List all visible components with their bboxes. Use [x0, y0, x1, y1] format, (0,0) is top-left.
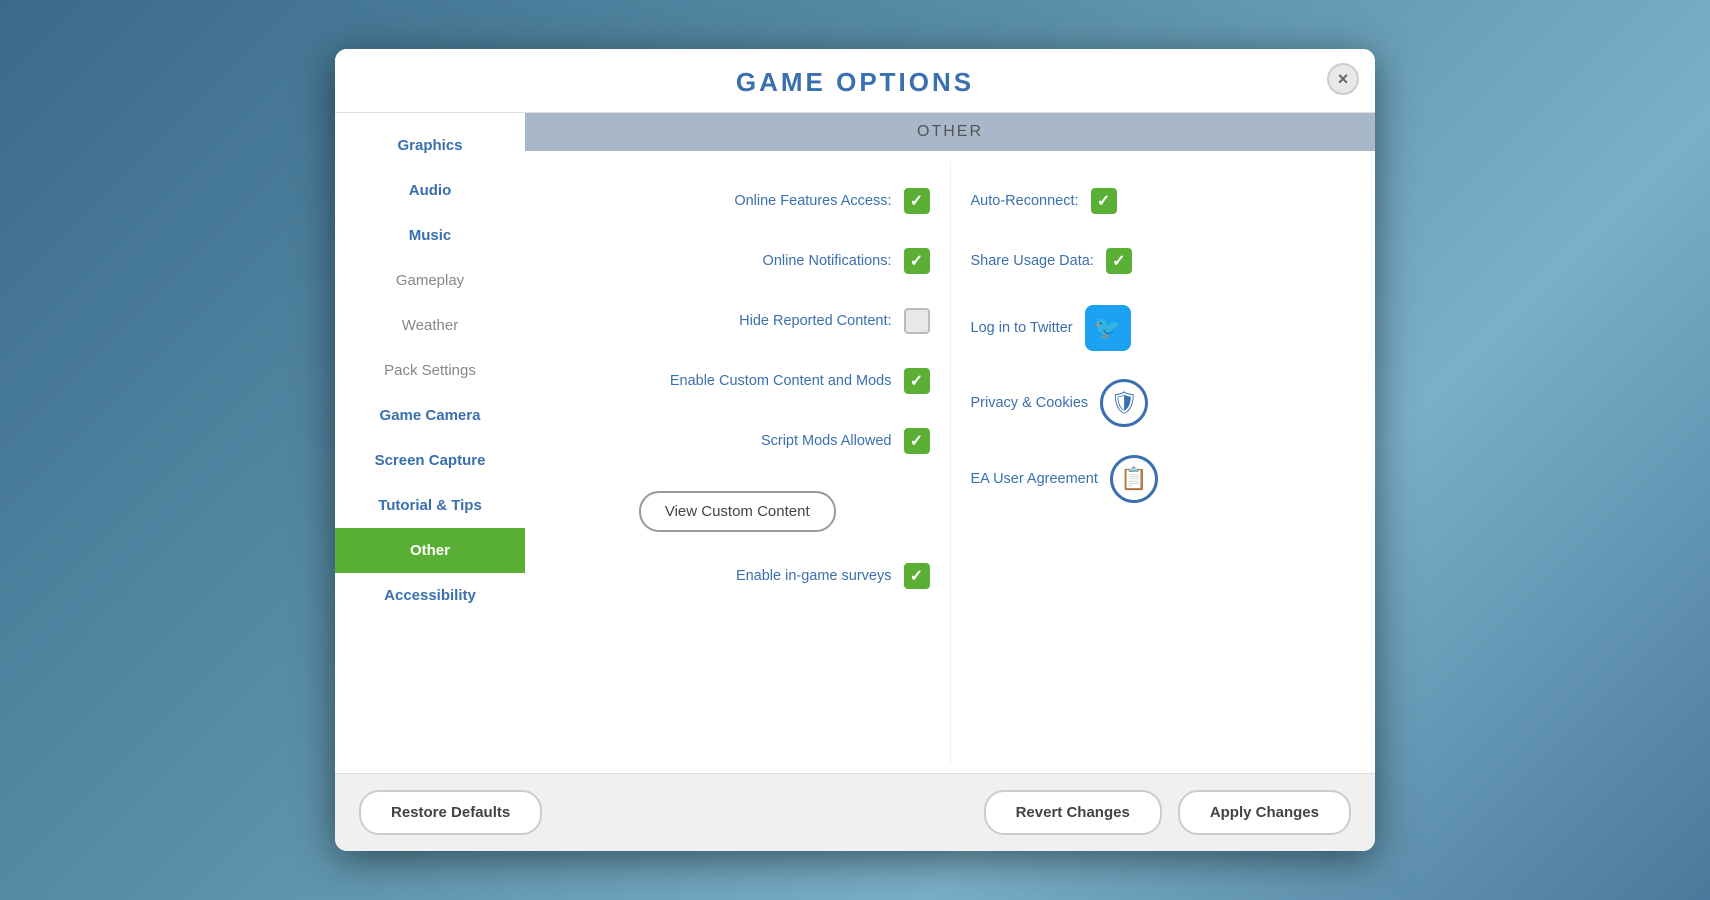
enable-surveys-checkbox[interactable]: [904, 563, 930, 589]
enable-custom-content-label: Enable Custom Content and Mods: [670, 373, 892, 389]
ea-agreement-label: EA User Agreement: [971, 471, 1098, 487]
auto-reconnect-label: Auto-Reconnect:: [971, 193, 1079, 209]
modal-body: Graphics Audio Music Gameplay Weather Pa…: [335, 113, 1375, 773]
script-mods-row: Script Mods Allowed: [525, 411, 950, 471]
twitter-label: Log in to Twitter: [971, 320, 1073, 336]
twitter-button[interactable]: 🐦: [1085, 305, 1131, 351]
apply-changes-button[interactable]: Apply Changes: [1178, 790, 1351, 835]
sidebar-item-pack-settings[interactable]: Pack Settings: [335, 348, 525, 393]
view-cc-row: View Custom Content: [525, 471, 950, 546]
modal-header: Game Options ×: [335, 49, 1375, 113]
sidebar-item-screen-capture[interactable]: Screen Capture: [335, 438, 525, 483]
ea-agreement-button[interactable]: 📋: [1110, 455, 1158, 503]
game-options-modal: Game Options × Graphics Audio Music Game…: [335, 49, 1375, 851]
ea-agreement-row: EA User Agreement 📋: [951, 441, 1376, 517]
sidebar-item-audio[interactable]: Audio: [335, 168, 525, 213]
modal-title: Game Options: [736, 67, 974, 97]
sidebar-item-music[interactable]: Music: [335, 213, 525, 258]
sidebar-item-weather[interactable]: Weather: [335, 303, 525, 348]
share-usage-row: Share Usage Data:: [951, 231, 1376, 291]
online-features-label: Online Features Access:: [734, 193, 891, 209]
twitter-row: Log in to Twitter 🐦: [951, 291, 1376, 365]
privacy-label: Privacy & Cookies: [971, 395, 1089, 411]
enable-surveys-row: Enable in-game surveys: [525, 546, 950, 606]
online-notifications-checkbox[interactable]: [904, 248, 930, 274]
online-notifications-label: Online Notifications:: [763, 253, 892, 269]
script-mods-label: Script Mods Allowed: [761, 433, 892, 449]
options-area: Online Features Access: Online Notificat…: [525, 151, 1375, 773]
sidebar-item-game-camera[interactable]: Game Camera: [335, 393, 525, 438]
online-notifications-row: Online Notifications:: [525, 231, 950, 291]
script-mods-checkbox[interactable]: [904, 428, 930, 454]
auto-reconnect-row: Auto-Reconnect:: [951, 171, 1376, 231]
revert-changes-button[interactable]: Revert Changes: [984, 790, 1162, 835]
close-button[interactable]: ×: [1327, 63, 1359, 95]
sidebar: Graphics Audio Music Gameplay Weather Pa…: [335, 113, 525, 773]
enable-surveys-label: Enable in-game surveys: [736, 568, 892, 584]
sidebar-item-tutorial-tips[interactable]: Tutorial & Tips: [335, 483, 525, 528]
enable-custom-content-row: Enable Custom Content and Mods: [525, 351, 950, 411]
sidebar-item-accessibility[interactable]: Accessibility: [335, 573, 525, 618]
document-icon: 📋: [1120, 466, 1147, 492]
restore-defaults-button[interactable]: Restore Defaults: [359, 790, 542, 835]
privacy-button[interactable]: 🛡: [1100, 379, 1148, 427]
right-column: Auto-Reconnect: Share Usage Data: Log in…: [951, 161, 1376, 763]
main-content: Other Online Features Access: Online Not…: [525, 113, 1375, 773]
sidebar-item-gameplay[interactable]: Gameplay: [335, 258, 525, 303]
section-header: Other: [525, 113, 1375, 151]
online-features-checkbox[interactable]: [904, 188, 930, 214]
share-usage-checkbox[interactable]: [1106, 248, 1132, 274]
shield-icon: 🛡: [1110, 390, 1138, 416]
enable-custom-content-checkbox[interactable]: [904, 368, 930, 394]
share-usage-label: Share Usage Data:: [971, 253, 1094, 269]
hide-reported-label: Hide Reported Content:: [739, 313, 891, 329]
twitter-icon: 🐦: [1094, 315, 1121, 341]
modal-footer: Restore Defaults Revert Changes Apply Ch…: [335, 773, 1375, 851]
privacy-row: Privacy & Cookies 🛡: [951, 365, 1376, 441]
footer-right: Revert Changes Apply Changes: [984, 790, 1351, 835]
view-custom-content-button[interactable]: View Custom Content: [639, 491, 836, 532]
online-features-row: Online Features Access:: [525, 171, 950, 231]
hide-reported-checkbox[interactable]: [904, 308, 930, 334]
sidebar-item-other[interactable]: Other: [335, 528, 525, 573]
sidebar-item-graphics[interactable]: Graphics: [335, 123, 525, 168]
left-column: Online Features Access: Online Notificat…: [525, 161, 951, 763]
hide-reported-row: Hide Reported Content:: [525, 291, 950, 351]
auto-reconnect-checkbox[interactable]: [1091, 188, 1117, 214]
